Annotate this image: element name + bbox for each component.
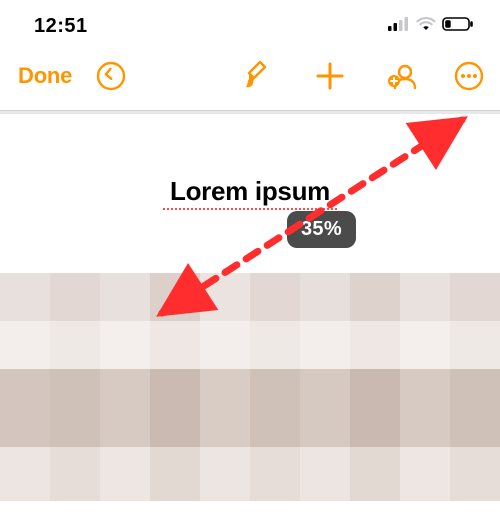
zoom-indicator: 35% bbox=[287, 211, 356, 248]
blurred-content bbox=[0, 369, 500, 447]
battery-icon bbox=[442, 17, 474, 36]
undo-icon[interactable] bbox=[94, 59, 128, 93]
document-canvas[interactable]: Lorem ipsum 35% bbox=[0, 114, 500, 500]
cellular-signal-icon bbox=[388, 17, 410, 36]
spellcheck-underline bbox=[163, 208, 337, 210]
document-title[interactable]: Lorem ipsum bbox=[0, 176, 500, 207]
wifi-icon bbox=[416, 17, 436, 36]
blurred-content bbox=[0, 321, 500, 369]
collaborate-icon[interactable] bbox=[386, 59, 420, 93]
toolbar: Done bbox=[0, 42, 500, 110]
format-brush-icon[interactable] bbox=[240, 59, 270, 93]
blurred-content bbox=[0, 447, 500, 501]
status-bar: 12:51 bbox=[0, 0, 500, 42]
more-icon[interactable] bbox=[452, 59, 486, 93]
blurred-content bbox=[0, 273, 500, 321]
status-indicators bbox=[388, 17, 474, 36]
status-time: 12:51 bbox=[34, 15, 88, 38]
add-icon[interactable] bbox=[314, 60, 346, 92]
done-button[interactable]: Done bbox=[18, 63, 72, 89]
